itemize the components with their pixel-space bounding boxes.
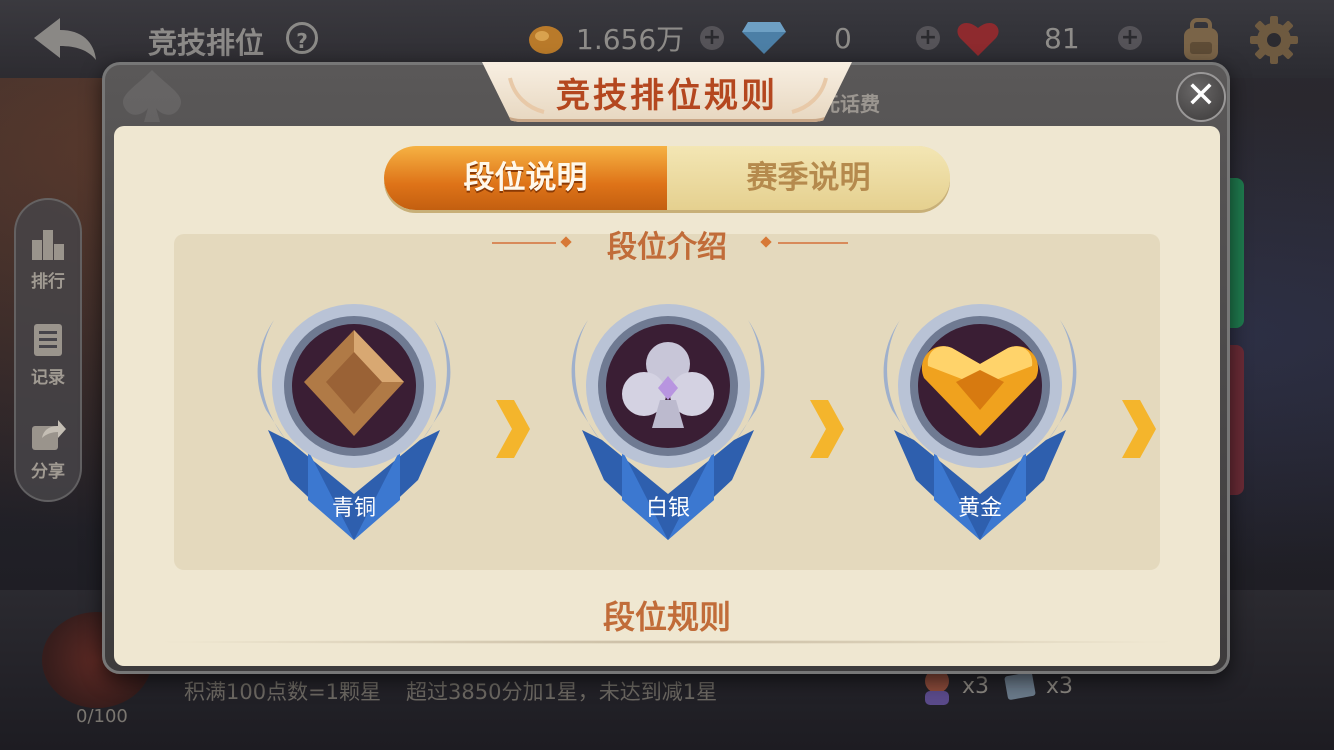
rules-heading: 段位规则 bbox=[602, 598, 731, 636]
divider bbox=[150, 640, 1184, 644]
record-icon bbox=[34, 324, 62, 356]
sidebar-item-record[interactable]: 记录 bbox=[16, 314, 80, 392]
diamond-icon bbox=[742, 22, 786, 54]
gold-ingot-icon bbox=[529, 26, 563, 54]
rules-tabs: 段位说明 赛季说明 bbox=[384, 146, 950, 210]
reward-count: x3 bbox=[962, 673, 990, 699]
tab-rank-description[interactable]: 段位说明 bbox=[384, 146, 667, 210]
back-arrow-icon[interactable] bbox=[30, 14, 102, 62]
rank-name-gold: 黄金 bbox=[957, 496, 1002, 521]
share-icon bbox=[32, 420, 66, 450]
chevron-right-icon bbox=[496, 400, 530, 458]
sidebar-item-label: 分享 bbox=[31, 462, 65, 482]
page-title: 竞技排位 bbox=[148, 26, 265, 60]
modal-title: 竞技排位规则 bbox=[556, 76, 778, 116]
chevron-right-icon bbox=[1122, 400, 1156, 458]
sidebar-item-label: 记录 bbox=[31, 368, 65, 388]
add-hearts-button[interactable]: + bbox=[1118, 26, 1142, 50]
sidebar-item-label: 排行 bbox=[31, 272, 65, 292]
diamond-resource bbox=[740, 18, 788, 58]
add-diamond-button[interactable]: + bbox=[916, 26, 940, 50]
hearts-resource bbox=[956, 18, 1000, 58]
settings-gear-icon[interactable] bbox=[1248, 14, 1300, 66]
backpack-icon[interactable] bbox=[1176, 14, 1226, 64]
hearts-amount: 81 bbox=[1044, 21, 1080, 55]
close-button[interactable]: ✕ bbox=[1176, 72, 1226, 122]
help-icon[interactable]: ? bbox=[286, 22, 318, 54]
gold-amount: 1.656万 bbox=[576, 23, 685, 56]
intro-heading: 段位介绍 bbox=[607, 230, 727, 262]
rank-name-bronze: 青铜 bbox=[331, 496, 376, 521]
progress-count: 0/100 bbox=[76, 706, 128, 727]
gold-resource: 1.656万 bbox=[526, 18, 684, 58]
rule-text-score: 超过3850分加1星，未达到减1星 bbox=[406, 680, 718, 704]
spade-watermark-icon bbox=[122, 70, 182, 122]
tab-season-description[interactable]: 赛季说明 bbox=[667, 146, 950, 210]
reward-count: x3 bbox=[1046, 673, 1074, 699]
chevron-right-icon bbox=[810, 400, 844, 458]
heart-icon bbox=[957, 22, 999, 56]
rule-text-points: 积满100点数=1颗星 bbox=[184, 680, 382, 704]
sidebar-item-share[interactable]: 分享 bbox=[16, 408, 80, 486]
diamond-amount: 0 bbox=[834, 21, 852, 55]
add-gold-button[interactable]: + bbox=[700, 26, 724, 50]
rank-name-silver: 白银 bbox=[645, 496, 690, 521]
